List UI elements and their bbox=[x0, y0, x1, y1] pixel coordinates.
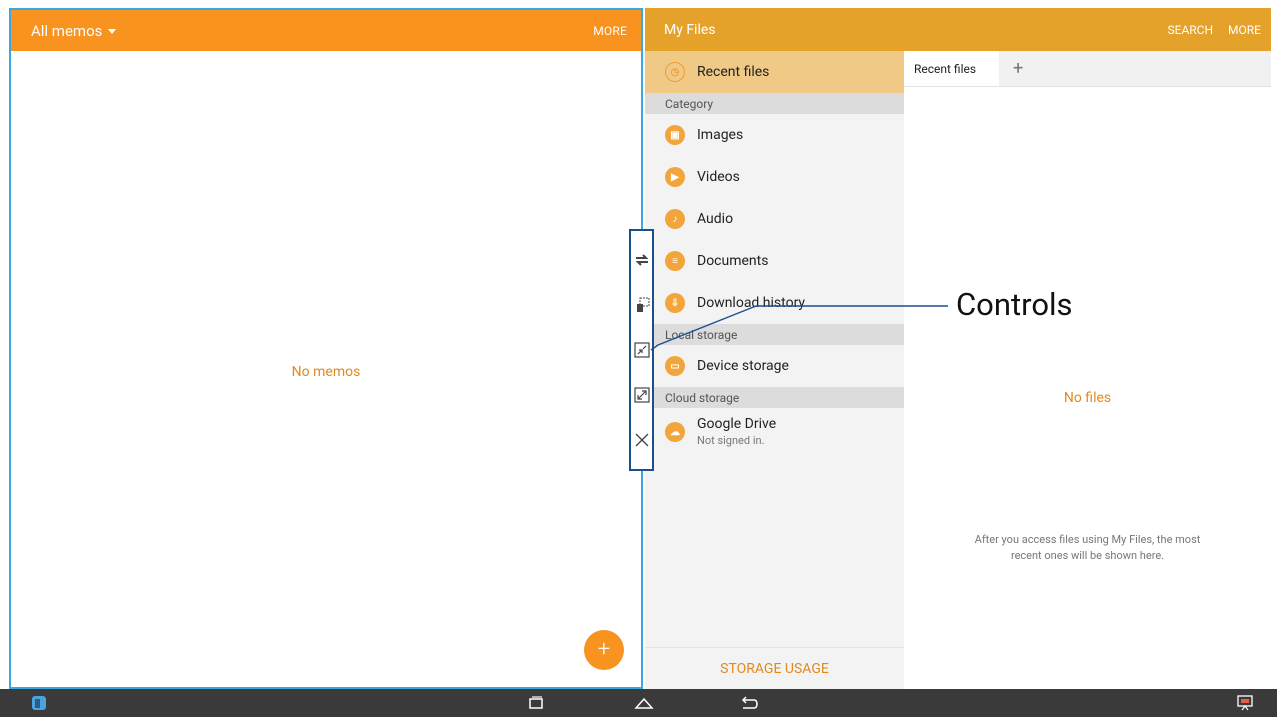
sidebar-item-device-storage[interactable]: ▭ Device storage bbox=[645, 345, 904, 387]
sidebar-item-label: Recent files bbox=[697, 64, 770, 80]
clock-icon: ◷ bbox=[665, 62, 685, 82]
sidebar-item-images[interactable]: ▣ Images bbox=[645, 114, 904, 156]
drag-content-icon[interactable] bbox=[633, 296, 650, 313]
empty-files-text: No files bbox=[1063, 390, 1112, 406]
screen: All memos MORE No memos + My Files SEARC… bbox=[0, 0, 1277, 717]
sidebar-item-label: Device storage bbox=[697, 358, 789, 374]
sidebar-item-label: Google Drive bbox=[697, 416, 777, 432]
sidebar-item-documents[interactable]: ≡ Documents bbox=[645, 240, 904, 282]
files-sidebar: ◷ Recent files Category ▣ Images ▶ Video… bbox=[645, 51, 904, 689]
sidebar-item-recent[interactable]: ◷ Recent files bbox=[645, 51, 904, 93]
add-tab-button[interactable]: + bbox=[999, 51, 1037, 86]
add-memo-button[interactable]: + bbox=[584, 630, 624, 670]
empty-files-hint: After you access files using My Files, t… bbox=[974, 533, 1201, 562]
sidebar-item-audio[interactable]: ♪ Audio bbox=[645, 198, 904, 240]
sidebar-item-label: Images bbox=[697, 127, 744, 143]
memo-window: All memos MORE No memos + bbox=[9, 8, 643, 689]
section-local-storage: Local storage bbox=[645, 324, 904, 345]
sidebar-item-google-drive[interactable]: ☁ Google Drive Not signed in. bbox=[645, 408, 904, 462]
sidebar-item-label: Documents bbox=[697, 253, 769, 269]
cloud-icon: ☁ bbox=[665, 422, 685, 442]
files-app-bar: My Files SEARCH MORE bbox=[645, 8, 1271, 51]
music-note-icon: ♪ bbox=[665, 209, 685, 229]
memo-filter-dropdown[interactable]: All memos bbox=[31, 21, 117, 40]
close-icon[interactable] bbox=[633, 432, 650, 449]
image-icon: ▣ bbox=[665, 125, 685, 145]
home-icon[interactable] bbox=[633, 695, 655, 711]
device-icon: ▭ bbox=[665, 356, 685, 376]
memo-more-button[interactable]: MORE bbox=[593, 24, 627, 38]
search-button[interactable]: SEARCH bbox=[1168, 23, 1214, 37]
tab-bar: Recent files + bbox=[904, 51, 1271, 87]
document-icon: ≡ bbox=[665, 251, 685, 271]
section-category: Category bbox=[645, 93, 904, 114]
sidebar-item-label: Videos bbox=[697, 169, 740, 185]
system-nav-bar bbox=[0, 689, 1277, 717]
files-window: My Files SEARCH MORE ◷ Recent files Cate… bbox=[645, 8, 1271, 689]
files-content: Recent files + No files After you access… bbox=[904, 51, 1271, 689]
presentation-icon[interactable] bbox=[1235, 695, 1255, 711]
maximize-icon[interactable] bbox=[633, 387, 650, 404]
swap-windows-icon[interactable] bbox=[633, 251, 650, 268]
empty-memos-text: No memos bbox=[291, 364, 361, 380]
storage-usage-button[interactable]: STORAGE USAGE bbox=[645, 647, 904, 689]
google-drive-status: Not signed in. bbox=[697, 434, 765, 447]
files-more-button[interactable]: MORE bbox=[1228, 23, 1261, 37]
minimize-icon[interactable] bbox=[633, 341, 650, 358]
files-title: My Files bbox=[664, 21, 716, 38]
google-drive-text: Google Drive Not signed in. bbox=[697, 416, 776, 447]
files-actions: SEARCH MORE bbox=[1168, 23, 1262, 37]
memo-app-bar: All memos MORE bbox=[11, 10, 641, 51]
video-icon: ▶ bbox=[665, 167, 685, 187]
back-icon[interactable] bbox=[738, 695, 760, 711]
memo-title: All memos bbox=[31, 21, 103, 40]
window-controls bbox=[629, 229, 654, 471]
annotation-label: Controls bbox=[956, 286, 1073, 323]
tab-recent-files[interactable]: Recent files bbox=[904, 51, 999, 86]
recent-apps-icon[interactable] bbox=[527, 695, 545, 711]
sidebar-item-download-history[interactable]: ⇩ Download history bbox=[645, 282, 904, 324]
sidebar-item-label: Download history bbox=[697, 295, 806, 311]
app-icon[interactable] bbox=[30, 695, 48, 711]
sidebar-item-videos[interactable]: ▶ Videos bbox=[645, 156, 904, 198]
download-icon: ⇩ bbox=[665, 293, 685, 313]
dropdown-caret-icon bbox=[108, 29, 117, 34]
section-cloud-storage: Cloud storage bbox=[645, 387, 904, 408]
sidebar-item-label: Audio bbox=[697, 211, 734, 227]
